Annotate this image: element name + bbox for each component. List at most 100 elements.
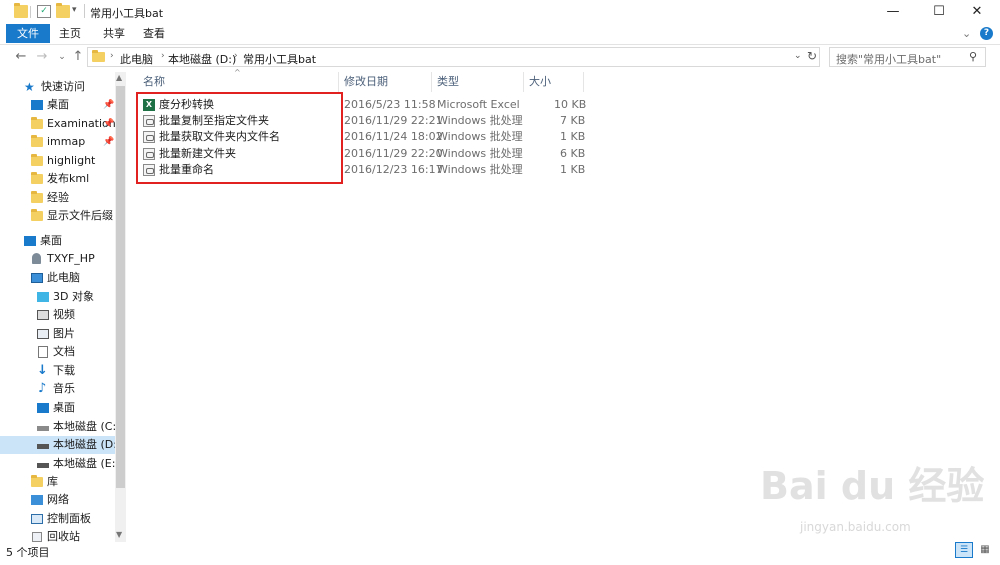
nav-item-desktop[interactable]: 桌面 📌 xyxy=(0,96,114,114)
nav-pictures[interactable]: 图片 xyxy=(0,325,114,343)
column-divider[interactable] xyxy=(583,72,584,92)
file-size: 10 KB xyxy=(554,98,587,111)
nav-documents[interactable]: 文档 xyxy=(0,343,114,361)
forward-arrow-icon[interactable]: → xyxy=(35,48,49,66)
nav-label: 网络 xyxy=(47,493,69,506)
desktop-icon xyxy=(37,403,49,413)
up-arrow-icon[interactable]: ↑ xyxy=(71,48,85,66)
file-size: 7 KB xyxy=(560,114,586,127)
nav-item-show-extension[interactable]: 显示文件后缀 xyxy=(0,207,114,225)
nav-network[interactable]: 网络 xyxy=(0,491,114,509)
file-type: Windows 批处理 xyxy=(437,130,523,143)
video-icon xyxy=(37,310,49,320)
nav-music[interactable]: ♪ 音乐 xyxy=(0,380,114,398)
nav-item-kml[interactable]: 发布kml xyxy=(0,170,114,188)
nav-label: 下载 xyxy=(53,364,75,377)
drive-icon xyxy=(37,463,49,468)
column-divider[interactable] xyxy=(338,72,339,92)
breadcrumb-separator-icon: › xyxy=(161,51,165,61)
new-folder-icon[interactable] xyxy=(56,3,70,18)
tab-home[interactable]: 主页 xyxy=(52,24,88,43)
scroll-up-icon[interactable]: ▲ xyxy=(116,73,122,82)
search-input[interactable]: 搜索"常用小工具bat" ⚲ xyxy=(829,47,986,67)
network-icon xyxy=(31,495,43,505)
nav-downloads[interactable]: ↓ 下载 xyxy=(0,362,114,380)
file-date: 2016/5/23 11:58 xyxy=(344,98,436,111)
folder-icon xyxy=(31,209,43,221)
window-title: 常用小工具bat xyxy=(90,7,164,20)
desktop-icon xyxy=(31,100,43,110)
close-button[interactable]: ✕ xyxy=(954,0,1000,24)
nav-label: TXYF_HP xyxy=(47,252,95,265)
back-arrow-icon[interactable]: ← xyxy=(14,48,28,66)
refresh-icon[interactable]: ↻ xyxy=(807,49,817,63)
tab-view[interactable]: 查看 xyxy=(136,24,172,43)
nav-label: 控制面板 xyxy=(47,512,91,525)
search-placeholder: 搜索"常用小工具bat" xyxy=(836,53,942,66)
search-icon[interactable]: ⚲ xyxy=(969,50,977,63)
quick-access-dropdown-icon[interactable]: ▾ xyxy=(72,5,77,15)
control-panel-icon xyxy=(31,514,43,524)
properties-icon[interactable]: ✓ xyxy=(37,5,51,18)
column-header-name[interactable]: 名称 xyxy=(143,73,165,91)
nav-item-immap[interactable]: immap 📌 xyxy=(0,133,114,151)
scroll-down-icon[interactable]: ▼ xyxy=(116,530,122,539)
ribbon-expand-icon[interactable]: ⌄ xyxy=(962,27,971,40)
breadcrumb-current-folder[interactable]: 常用小工具bat xyxy=(243,51,316,67)
library-icon xyxy=(31,475,43,487)
file-size: 6 KB xyxy=(560,147,586,160)
column-header-size[interactable]: 大小 xyxy=(529,73,551,91)
nav-user[interactable]: TXYF_HP xyxy=(0,250,114,268)
nav-desktop[interactable]: 桌面 xyxy=(0,232,114,250)
folder-icon xyxy=(31,191,43,203)
music-note-icon: ♪ xyxy=(38,381,47,396)
column-divider[interactable] xyxy=(431,72,432,92)
breadcrumb-drive-d[interactable]: 本地磁盘 (D:) xyxy=(168,51,236,67)
address-dropdown-icon[interactable]: ⌄ xyxy=(794,51,802,61)
nav-this-pc[interactable]: 此电脑 xyxy=(0,269,114,287)
folder-icon xyxy=(92,50,105,62)
nav-label: 桌面 xyxy=(53,401,75,414)
pin-icon: 📌 xyxy=(103,137,115,147)
nav-quick-access[interactable]: ★ 快速访问 xyxy=(0,78,114,96)
nav-item-experience[interactable]: 经验 xyxy=(0,189,114,207)
recycle-bin-icon xyxy=(32,532,42,542)
nav-control-panel[interactable]: 控制面板 xyxy=(0,510,114,528)
sort-ascending-icon: ^ xyxy=(234,68,241,77)
windows-drive-icon xyxy=(37,426,49,431)
column-header-type[interactable]: 类型 xyxy=(437,73,459,91)
nav-label: 图片 xyxy=(53,327,75,340)
nav-label: highlight xyxy=(47,154,96,167)
desktop-icon xyxy=(24,236,36,246)
status-bar: 5 个项目 xyxy=(0,542,1000,565)
tab-share[interactable]: 共享 xyxy=(96,24,132,43)
nav-label: 本地磁盘 (E:) xyxy=(53,457,120,470)
large-icons-view-icon[interactable]: ▦ xyxy=(976,542,994,558)
help-icon[interactable]: ? xyxy=(980,27,993,40)
folder-icon xyxy=(31,135,43,147)
nav-drive-c[interactable]: 本地磁盘 (C:) xyxy=(0,418,120,436)
recent-locations-icon[interactable]: ⌄ xyxy=(55,48,69,66)
breadcrumb-separator-icon: › xyxy=(234,51,238,61)
computer-icon xyxy=(31,273,43,283)
breadcrumb-this-pc[interactable]: 此电脑 xyxy=(120,51,153,67)
file-size: 1 KB xyxy=(560,163,586,176)
nav-videos[interactable]: 视频 xyxy=(0,306,114,324)
baidu-watermark: Bai du 经验 xyxy=(760,464,985,508)
nav-item-examination[interactable]: Examination 📌 xyxy=(0,115,116,133)
address-bar[interactable]: › 此电脑 › 本地磁盘 (D:) › 常用小工具bat ⌄ ↻ xyxy=(87,47,820,67)
nav-3d-objects[interactable]: 3D 对象 xyxy=(0,288,114,306)
nav-drive-d[interactable]: 本地磁盘 (D:) xyxy=(0,436,121,454)
nav-scrollbar-thumb[interactable] xyxy=(116,86,125,488)
column-divider[interactable] xyxy=(523,72,524,92)
column-header-date[interactable]: 修改日期 xyxy=(344,73,388,91)
nav-library[interactable]: 库 xyxy=(0,473,114,491)
details-view-icon[interactable]: ☰ xyxy=(955,542,973,558)
divider xyxy=(84,4,85,18)
nav-drive-e[interactable]: 本地磁盘 (E:) xyxy=(0,455,120,473)
title-bar: ✓ ▾ 常用小工具bat — ☐ ✕ xyxy=(0,0,1000,24)
nav-pc-desktop[interactable]: 桌面 xyxy=(0,399,114,417)
tab-file[interactable]: 文件 xyxy=(6,24,50,43)
minimize-button[interactable]: — xyxy=(870,0,916,24)
nav-item-highlight[interactable]: highlight xyxy=(0,152,114,170)
